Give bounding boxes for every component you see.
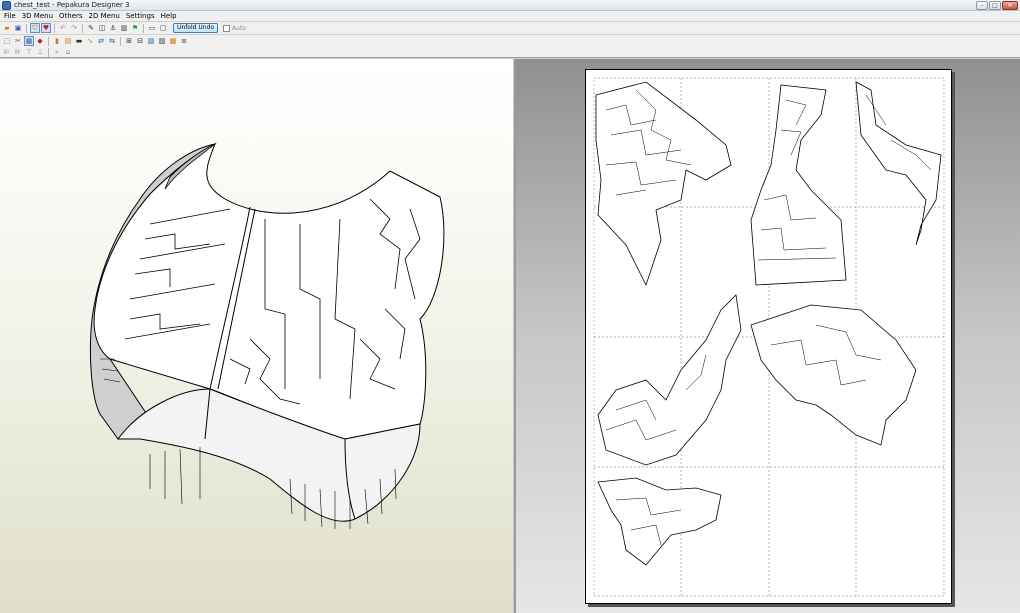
align-top-icon[interactable]: ⊤ bbox=[24, 47, 34, 57]
menu-2d[interactable]: 2D Menu bbox=[87, 12, 124, 20]
align-bottom-icon[interactable]: ⊥ bbox=[35, 47, 45, 57]
grid-icon[interactable]: ▦ bbox=[24, 36, 34, 46]
align-right-icon[interactable]: ⊪ bbox=[13, 47, 23, 57]
window-controls: – □ ✕ bbox=[976, 1, 1018, 10]
toolbar-separator bbox=[48, 36, 49, 46]
rotate-right-icon[interactable]: ↷ bbox=[69, 23, 79, 33]
menu-file[interactable]: File bbox=[2, 12, 20, 20]
menu-3d[interactable]: 3D Menu bbox=[20, 12, 57, 20]
sort-icon[interactable]: ⊟ bbox=[135, 36, 145, 46]
menu-help[interactable]: Help bbox=[159, 12, 181, 20]
pattern-piece[interactable] bbox=[750, 84, 847, 286]
pattern-piece[interactable] bbox=[855, 81, 942, 246]
main-toolbar: ▰ ▣ ⛉ ♥ ↶ ↷ ✎ ◫ ⚓ ▥ ⚑ ▭ ▢ Unfold Undo Au… bbox=[0, 22, 1020, 34]
toolbar-separator bbox=[54, 23, 55, 33]
auto-option: Auto bbox=[223, 24, 246, 32]
toolbar-separator bbox=[48, 47, 49, 57]
align-left-icon[interactable]: ⊫ bbox=[2, 47, 12, 57]
edit-toolbar: ⬚ ✂ ▦ ◆ ▮ ▤ ▬ ➘ ⇄ ⇆ ⊞ ⊟ ▧ ▨ ▩ ≡ bbox=[0, 35, 1020, 47]
2d-pattern-pane[interactable] bbox=[516, 59, 1020, 613]
unfold-undo-button[interactable]: Unfold Undo bbox=[173, 23, 219, 33]
auto-label: Auto bbox=[232, 24, 246, 32]
minimize-button[interactable]: – bbox=[976, 1, 988, 10]
paint-icon[interactable]: ◆ bbox=[35, 36, 45, 46]
pattern-piece[interactable] bbox=[595, 81, 732, 287]
toolbar-separator bbox=[82, 23, 83, 33]
toolbar-separator bbox=[143, 23, 144, 33]
app-icon[interactable] bbox=[2, 0, 11, 10]
maximize-button[interactable]: □ bbox=[989, 1, 1001, 10]
window-icon[interactable]: ▢ bbox=[158, 23, 168, 33]
join-icon[interactable]: ◫ bbox=[97, 23, 107, 33]
rotate-left-icon[interactable]: ↶ bbox=[58, 23, 68, 33]
zoom-icon[interactable]: ⌕ bbox=[52, 47, 62, 57]
toolbar-separator bbox=[26, 23, 27, 33]
select-icon[interactable]: ⬚ bbox=[2, 36, 12, 46]
flag-icon[interactable]: ⚑ bbox=[130, 23, 140, 33]
camera-icon[interactable]: ▬ bbox=[74, 36, 84, 46]
window-title: chest_test - Pepakura Designer 3 bbox=[14, 1, 130, 9]
auto-checkbox[interactable] bbox=[223, 24, 231, 32]
print-icon[interactable]: ▨ bbox=[157, 36, 167, 46]
cylinder-icon[interactable]: ▥ bbox=[119, 23, 129, 33]
paper-sheet[interactable] bbox=[585, 69, 952, 604]
pencil-icon[interactable]: ✎ bbox=[86, 23, 96, 33]
cursor-icon[interactable]: ➘ bbox=[85, 36, 95, 46]
menu-settings[interactable]: Settings bbox=[124, 12, 159, 20]
anchor-icon[interactable]: ⚓ bbox=[108, 23, 118, 33]
close-button[interactable]: ✕ bbox=[1002, 1, 1018, 10]
align-toolbar: ⊫ ⊪ ⊤ ⊥ ⌕ ⌂ bbox=[0, 47, 1020, 58]
heart-icon[interactable]: ♥ bbox=[41, 23, 51, 33]
save-icon[interactable]: ▣ bbox=[13, 23, 23, 33]
print-setup-icon[interactable]: ≡ bbox=[179, 36, 189, 46]
align-icon[interactable]: ⊞ bbox=[124, 36, 134, 46]
cut-icon[interactable]: ✂ bbox=[13, 36, 23, 46]
title-bar: chest_test - Pepakura Designer 3 – □ ✕ bbox=[0, 0, 1020, 11]
fit-icon[interactable]: ▧ bbox=[146, 36, 156, 46]
3d-view-pane[interactable] bbox=[0, 59, 513, 613]
merge-icon[interactable]: ⇆ bbox=[107, 36, 117, 46]
menu-others[interactable]: Others bbox=[57, 12, 87, 20]
screen-icon[interactable]: ▩ bbox=[168, 36, 178, 46]
unfolded-pattern[interactable] bbox=[586, 70, 953, 605]
toolbar-separator bbox=[120, 36, 121, 46]
pattern-piece[interactable] bbox=[597, 477, 722, 566]
chest-armor-3d-model[interactable] bbox=[0, 59, 513, 613]
shield-icon[interactable]: ⛉ bbox=[30, 23, 40, 33]
pan-icon[interactable]: ⌂ bbox=[63, 47, 73, 57]
rectangle-icon[interactable]: ▭ bbox=[147, 23, 157, 33]
layers-icon[interactable]: ▤ bbox=[63, 36, 73, 46]
flip-icon[interactable]: ⇄ bbox=[96, 36, 106, 46]
menu-bar: File 3D Menu Others 2D Menu Settings Hel… bbox=[0, 11, 1020, 21]
texture-icon[interactable]: ▮ bbox=[52, 36, 62, 46]
pattern-piece[interactable] bbox=[597, 294, 742, 466]
open-folder-icon[interactable]: ▰ bbox=[2, 23, 12, 33]
pattern-piece[interactable] bbox=[750, 304, 917, 446]
